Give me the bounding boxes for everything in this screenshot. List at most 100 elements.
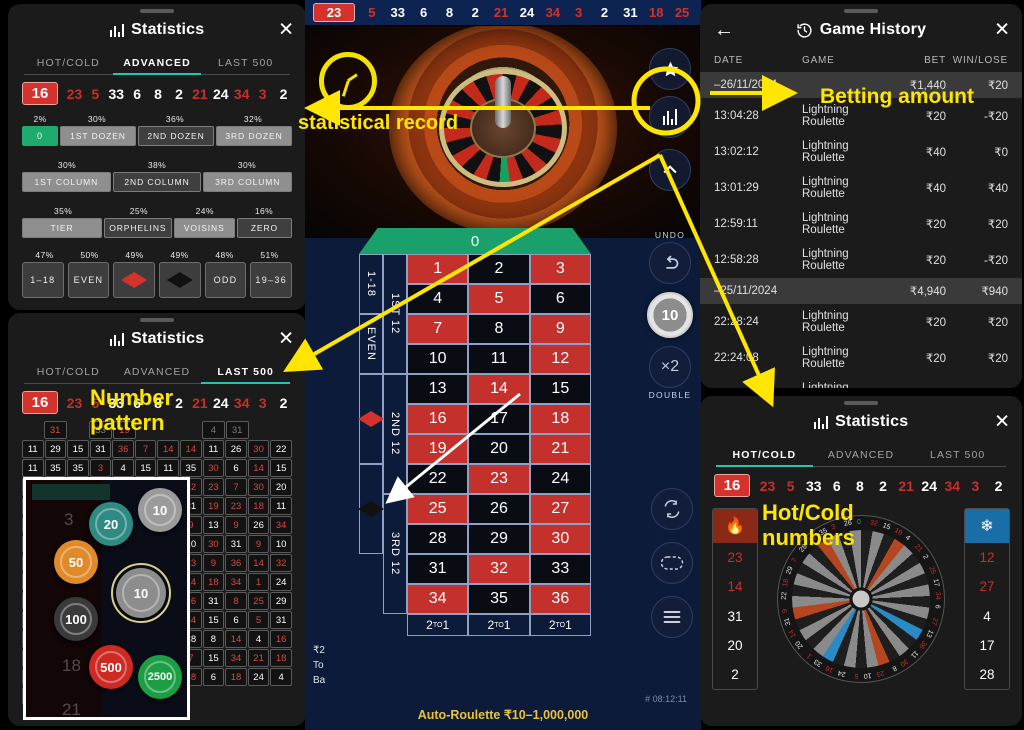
bet-cell-3[interactable]: 3	[529, 254, 591, 284]
bet-cell-25[interactable]: 25	[407, 494, 469, 524]
bet-cell-7[interactable]: 7	[407, 314, 469, 344]
bet-cell-10[interactable]: 10	[407, 344, 469, 374]
bet-1-18[interactable]: 1-18	[359, 254, 383, 314]
bet-cell-12[interactable]: 12	[529, 344, 591, 374]
chip-2500[interactable]: 2500	[138, 655, 182, 699]
sector-seg-orphelins[interactable]: ORPHELINS	[104, 218, 172, 238]
collapse-button[interactable]	[649, 149, 691, 191]
statistics-button[interactable]	[649, 96, 691, 138]
bet-cell-35[interactable]: 35	[468, 584, 530, 614]
history-row[interactable]: 12:59:11 Lightning Roulette ₹20 ₹20	[700, 206, 1022, 242]
bet-black[interactable]	[358, 464, 384, 554]
bet-cell-26[interactable]: 26	[468, 494, 530, 524]
close-icon[interactable]: ✕	[994, 413, 1010, 432]
tab-0[interactable]: HOT/COLD	[24, 366, 113, 383]
chip-10-top[interactable]: 10	[138, 488, 182, 532]
even-bet-4[interactable]: ODD	[204, 262, 247, 298]
column-bet-1[interactable]: 2 TO 1	[407, 614, 469, 636]
sector-seg-voisins[interactable]: VOISINS	[173, 218, 235, 238]
bet-cell-19[interactable]: 19	[407, 434, 469, 464]
bet-cell-33[interactable]: 33	[529, 554, 591, 584]
even-bet-0[interactable]: 1–18	[22, 262, 64, 298]
bet-cell-4[interactable]: 4	[407, 284, 469, 314]
racetrack-button[interactable]	[651, 542, 693, 584]
bet-cell-2[interactable]: 2	[468, 254, 530, 284]
even-bet-black[interactable]	[159, 262, 201, 298]
bet-cell-36[interactable]: 36	[529, 584, 591, 614]
dozen-seg-3[interactable]: 3RD DOZEN	[216, 126, 292, 146]
bet-cell-9[interactable]: 9	[529, 314, 591, 344]
repeat-bet-button[interactable]	[651, 488, 693, 530]
history-row[interactable]: 13:02:12 Lightning Roulette ₹40 ₹0	[700, 134, 1022, 170]
sector-seg-tier[interactable]: TIER	[22, 218, 103, 238]
history-date-row[interactable]: –26/11/2024 ₹1,440 ₹20	[700, 72, 1022, 98]
bet-cell-15[interactable]: 15	[529, 374, 591, 404]
bet-cell-21[interactable]: 21	[529, 434, 591, 464]
chip-10-selected[interactable]: 10	[111, 563, 171, 623]
close-icon[interactable]: ✕	[994, 21, 1010, 40]
sector-seg-zero[interactable]: ZERO	[236, 218, 292, 238]
menu-button[interactable]	[651, 596, 693, 638]
bet-cell-28[interactable]: 28	[407, 524, 469, 554]
bet-cell-23[interactable]: 23	[468, 464, 530, 494]
bet-1st-12[interactable]: 1ST 12	[383, 254, 407, 374]
bet-2nd-12[interactable]: 2ND 12	[383, 374, 407, 494]
favorite-star-button[interactable]	[649, 48, 691, 90]
history-row[interactable]: 21:08:58Lightning Roulette₹320₹320	[700, 376, 1022, 388]
bet-cell-5[interactable]: 5	[468, 284, 530, 314]
bet-cell-20[interactable]: 20	[468, 434, 530, 464]
column-seg-3[interactable]: 3RD COLUMN	[203, 172, 293, 192]
tab-1[interactable]: ADVANCED	[813, 449, 910, 466]
dozen-seg-2[interactable]: 2ND DOZEN	[138, 126, 214, 146]
bet-cell-11[interactable]: 11	[468, 344, 530, 374]
active-chip-button[interactable]: 10	[647, 292, 693, 338]
close-icon[interactable]: ✕	[278, 21, 294, 40]
tab-2[interactable]: LAST 500	[201, 366, 290, 384]
bet-red[interactable]	[358, 374, 384, 464]
bet-cell-16[interactable]: 16	[407, 404, 469, 434]
tab-1[interactable]: ADVANCED	[113, 366, 202, 383]
history-row[interactable]: 22:24:08 Lightning Roulette ₹20 ₹20	[700, 340, 1022, 376]
back-arrow-icon[interactable]: ←	[714, 20, 734, 40]
column-seg-1[interactable]: 1ST COLUMN	[22, 172, 111, 192]
history-row[interactable]: 22:28:24 Lightning Roulette ₹20 ₹20	[700, 304, 1022, 340]
double-button[interactable]: ×2	[649, 346, 691, 388]
dozen-seg-1[interactable]: 1ST DOZEN	[60, 126, 136, 146]
history-row[interactable]: 13:04:28 Lightning Roulette ₹20 -₹20	[700, 98, 1022, 134]
column-bet-2[interactable]: 2 TO 1	[468, 614, 530, 636]
bet-cell-6[interactable]: 6	[529, 284, 591, 314]
bet-cell-31[interactable]: 31	[407, 554, 469, 584]
chip-50[interactable]: 50	[54, 540, 98, 584]
history-row[interactable]: 12:58:28 Lightning Roulette ₹20 -₹20	[700, 242, 1022, 278]
even-bet-5[interactable]: 19–36	[250, 262, 293, 298]
chip-100[interactable]: 100	[54, 597, 98, 641]
dozen-seg-zero[interactable]: 0	[22, 126, 58, 146]
chip-500[interactable]: 500	[89, 645, 133, 689]
bet-cell-1[interactable]: 1	[407, 254, 469, 284]
bet-cell-17[interactable]: 17	[468, 404, 530, 434]
tab-1[interactable]: ADVANCED	[112, 57, 202, 75]
tab-2[interactable]: LAST 500	[909, 449, 1006, 466]
bet-3rd-12[interactable]: 3RD 12	[383, 494, 407, 614]
bet-cell-14[interactable]: 14	[468, 374, 530, 404]
bet-cell-24[interactable]: 24	[529, 464, 591, 494]
bet-cell-13[interactable]: 13	[407, 374, 469, 404]
bet-cell-29[interactable]: 29	[468, 524, 530, 554]
bet-cell-8[interactable]: 8	[468, 314, 530, 344]
column-seg-2[interactable]: 2ND COLUMN	[112, 172, 202, 192]
bet-cell-18[interactable]: 18	[529, 404, 591, 434]
bet-cell-27[interactable]: 27	[529, 494, 591, 524]
bet-cell-32[interactable]: 32	[468, 554, 530, 584]
bet-cell-22[interactable]: 22	[407, 464, 469, 494]
tab-2[interactable]: LAST 500	[201, 57, 290, 74]
bet-cell-0[interactable]: 0	[359, 228, 591, 254]
bet-cell-30[interactable]: 30	[529, 524, 591, 554]
even-bet-1[interactable]: EVEN	[67, 262, 110, 298]
column-bet-3[interactable]: 2 TO 1	[529, 614, 591, 636]
history-row[interactable]: 13:01:29 Lightning Roulette ₹40 ₹40	[700, 170, 1022, 206]
bet-cell-34[interactable]: 34	[407, 584, 469, 614]
bet-even[interactable]: EVEN	[359, 314, 383, 374]
close-icon[interactable]: ✕	[278, 330, 294, 349]
tab-0[interactable]: HOT/COLD	[24, 57, 113, 74]
even-bet-red[interactable]	[113, 262, 156, 298]
